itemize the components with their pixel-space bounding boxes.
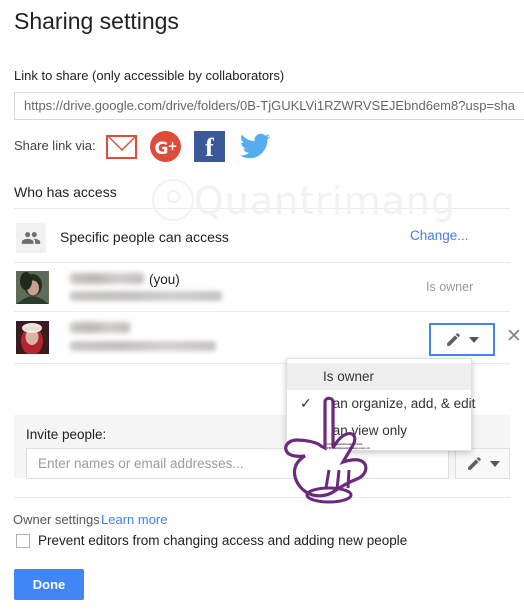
owner-settings-label: Owner settings [13,512,100,527]
prevent-editors-label: Prevent editors from changing access and… [38,533,408,548]
access-level-text: Specific people can access [60,229,229,245]
person-name-text [70,322,130,333]
prevent-editors-row: Prevent editors from changing access and… [16,533,407,548]
remove-person-icon[interactable]: ✕ [506,327,522,346]
check-icon: ✓ [300,395,312,411]
person-name: (you) [70,272,180,287]
gmail-icon[interactable] [106,131,137,162]
dropdown-item-label: Is owner [323,369,375,384]
prevent-editors-checkbox[interactable] [16,533,30,548]
dropdown-item-label: Can view only [323,423,408,438]
done-button[interactable]: Done [14,569,84,600]
dropdown-item-can-organize-add-edit[interactable]: ✓ Can organize, add, & edit [287,390,475,417]
person-email [70,341,216,351]
change-access-link[interactable]: Change... [410,228,469,243]
person-role: Is owner [426,280,474,294]
permission-button-wrap [426,320,495,356]
dropdown-item-can-view-only[interactable]: Can view only [287,417,471,444]
permission-dropdown-button[interactable] [429,323,495,356]
person-row-owner: (you) Is owner [14,268,510,316]
divider [14,311,510,312]
divider [14,208,510,209]
watermark-text: Quantrimang [194,179,456,223]
link-to-share-label: Link to share (only accessible by collab… [14,68,285,83]
learn-more-link[interactable]: Learn more [101,512,167,527]
invite-permission-button[interactable] [455,448,510,479]
access-level-row: Specific people can access Change... [14,220,510,258]
person-name [70,322,130,334]
pencil-icon [447,333,460,346]
social-share-icons: G+ f [106,128,271,164]
chevron-down-icon [489,460,500,467]
watermark-bulb-icon [152,179,194,221]
divider [14,262,510,263]
permission-dropdown-menu: Is owner ✓ Can organize, add, & edit Can… [286,358,475,451]
facebook-icon[interactable]: f [194,130,225,162]
person-email [70,291,222,301]
divider [14,497,510,498]
who-has-access-title: Who has access [14,184,117,200]
invite-people-input[interactable] [26,448,449,479]
people-icon [16,223,46,253]
person-name-text [70,273,144,284]
twitter-icon[interactable] [238,131,271,162]
share-link-via-label: Share link via: [14,138,96,153]
google-plus-icon[interactable]: G+ [150,130,181,162]
share-link-input[interactable]: https://drive.google.com/drive/folders/0… [14,92,524,120]
avatar [16,321,49,354]
chevron-down-icon [469,336,479,343]
dropdown-item-is-owner[interactable]: Is owner [287,363,471,390]
invite-people-label: Invite people: [26,427,107,442]
person-you-label: (you) [149,272,180,287]
pencil-icon [467,457,481,470]
page-title: Sharing settings [14,8,179,34]
avatar [16,271,49,304]
dropdown-item-label: Can organize, add, & edit [323,396,476,411]
